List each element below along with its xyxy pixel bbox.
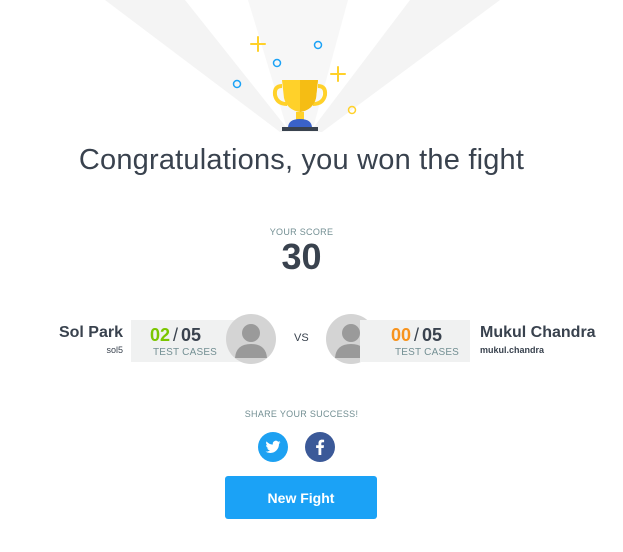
twitter-icon — [265, 440, 281, 453]
trophy-illustration — [230, 30, 370, 140]
test-cases-score-right: 00/05 — [391, 325, 443, 345]
test-cases-box-right: 00/05 TEST CASES — [360, 320, 470, 362]
sparkle-icon — [250, 36, 346, 82]
player-name-left[interactable]: Sol Park — [59, 324, 123, 342]
versus-label: VS — [294, 332, 309, 344]
share-label: SHARE YOUR SUCCESS! — [244, 409, 359, 419]
test-cases-box-left: 02/05 TEST CASES — [131, 320, 241, 362]
player-handle-left[interactable]: sol5 — [106, 345, 123, 355]
player-name-right[interactable]: Mukul Chandra — [480, 324, 596, 342]
twitter-share-button[interactable] — [258, 432, 288, 462]
new-fight-button[interactable]: New Fight — [225, 476, 377, 519]
test-cases-label-left: TEST CASES — [153, 347, 218, 358]
total-count-left: 05 — [181, 325, 202, 345]
fight-result-page: Congratulations, you won the fight YOUR … — [0, 0, 623, 552]
test-cases-score-left: 02/05 — [150, 325, 202, 345]
trophy-icon — [272, 80, 328, 131]
user-silhouette-icon — [235, 324, 267, 358]
test-cases-label-right: TEST CASES — [395, 347, 460, 358]
passed-count-left: 02 — [150, 325, 171, 345]
page-title: Congratulations, you won the fight — [78, 144, 525, 176]
facebook-share-button[interactable] — [305, 432, 335, 462]
passed-count-right: 00 — [391, 325, 412, 345]
score-value: 30 — [281, 236, 322, 277]
facebook-icon — [316, 439, 325, 455]
avatar-left[interactable] — [226, 314, 276, 364]
total-count-right: 05 — [422, 325, 443, 345]
player-handle-right[interactable]: mukul.chandra — [480, 345, 544, 355]
